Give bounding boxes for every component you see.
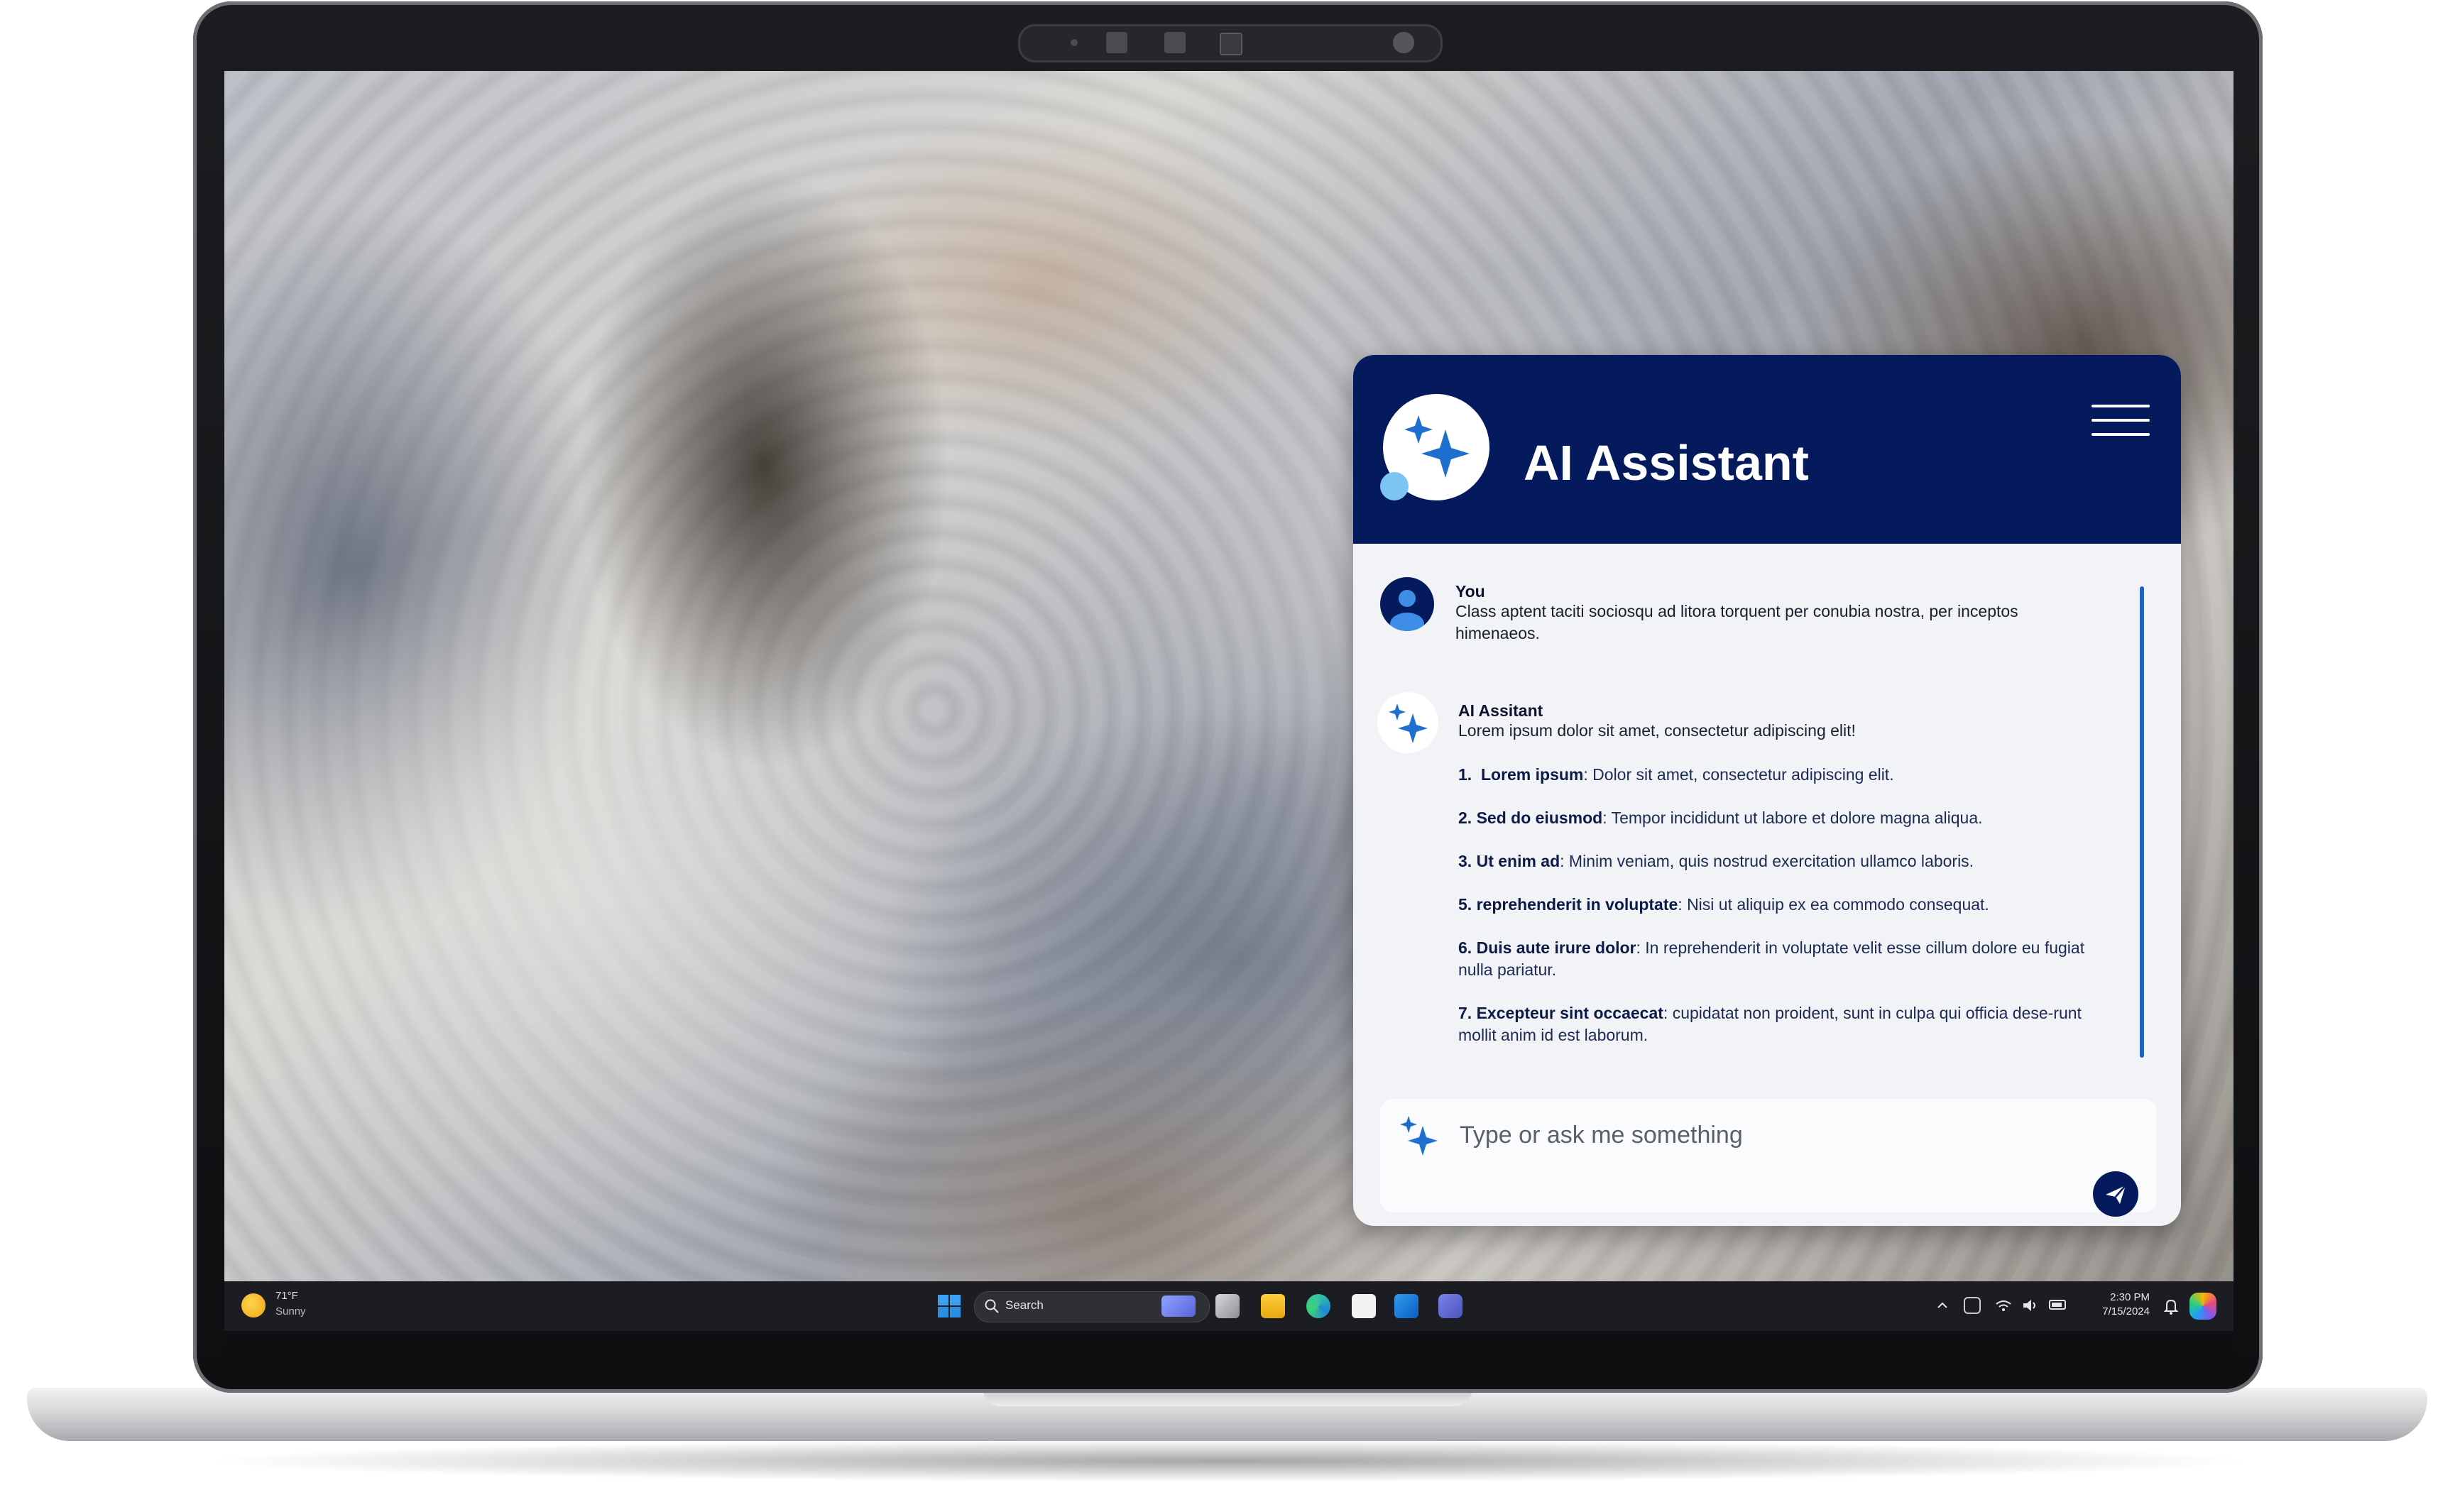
message-author: AI Assitant — [1458, 701, 1543, 720]
chat-scrollbar[interactable] — [2140, 586, 2144, 1058]
tray-app-icon[interactable] — [1964, 1297, 1981, 1314]
chat-input-box[interactable] — [1380, 1099, 2157, 1212]
bell-icon[interactable] — [2163, 1297, 2180, 1315]
user-avatar — [1380, 577, 1434, 631]
laptop-screen: AI Assistant You Class aptent taciti soc… — [224, 71, 2233, 1331]
store-icon[interactable] — [1352, 1294, 1376, 1318]
list-item-title: Lorem ipsum — [1480, 765, 1584, 784]
list-item-title: Excepteur sint occaecat — [1476, 1004, 1663, 1022]
camera-lens — [1220, 33, 1242, 55]
camera-sensor — [1106, 32, 1127, 53]
chat-input-placeholder[interactable]: Type or ask me something — [1460, 1122, 1743, 1149]
list-item-title: Sed do eiusmod — [1476, 809, 1603, 827]
user-icon — [1390, 590, 1424, 631]
battery-icon[interactable] — [2049, 1300, 2066, 1310]
weather-temp[interactable]: 71°F — [275, 1290, 298, 1302]
list-item: 6. Duis aute irure dolor: In reprehender… — [1458, 937, 2118, 981]
taskbar: 71°F Sunny Search 2:30 PM 7/15/2024 — [224, 1281, 2233, 1331]
list-item-number: 1. — [1458, 765, 1472, 784]
taskbar-date[interactable]: 7/15/2024 — [2086, 1305, 2150, 1317]
sun-icon[interactable] — [241, 1293, 266, 1317]
volume-icon[interactable] — [2021, 1295, 2040, 1315]
search-icon — [985, 1299, 999, 1313]
list-item: 7. Excepteur sint occaecat: cupidatat no… — [1458, 1002, 2118, 1046]
taskbar-time[interactable]: 2:30 PM — [2086, 1291, 2150, 1303]
list-item-text: : Nisi ut aliquip ex ea commodo consequa… — [1678, 895, 1989, 914]
chevron-up-icon[interactable] — [1935, 1298, 1950, 1313]
chat-header: AI Assistant — [1353, 355, 2181, 544]
sparkle-icon — [1400, 1116, 1438, 1156]
weather-desc[interactable]: Sunny — [275, 1305, 306, 1317]
message-text: Class aptent taciti sociosqu ad litora t… — [1455, 602, 2018, 642]
assistant-avatar — [1377, 692, 1438, 753]
taskbar-search-label[interactable]: Search — [1005, 1298, 1044, 1313]
ai-assistant-window: AI Assistant You Class aptent taciti soc… — [1353, 355, 2181, 1226]
list-item-number: 2. — [1458, 809, 1472, 827]
outlook-icon[interactable] — [1394, 1294, 1418, 1318]
list-item-title: Ut enim ad — [1476, 852, 1560, 870]
message-author: You — [1455, 582, 1485, 601]
edge-icon[interactable] — [1306, 1294, 1330, 1318]
message-text: Lorem ipsum dolor sit amet, consectetur … — [1458, 721, 1856, 740]
list-item: 1. Lorem ipsum: Dolor sit amet, consecte… — [1458, 764, 2118, 786]
list-item: 5. reprehenderit in voluptate: Nisi ut a… — [1458, 894, 2118, 916]
laptop-shadow — [199, 1440, 2258, 1482]
search-highlight-icon[interactable] — [1161, 1295, 1196, 1317]
list-item-number: 6. — [1458, 938, 1472, 957]
list-item-number: 5. — [1458, 895, 1472, 914]
send-button[interactable] — [2093, 1171, 2138, 1217]
chat-title: AI Assistant — [1524, 435, 1809, 491]
hamburger-menu-icon[interactable] — [2092, 405, 2150, 436]
windows-start-icon[interactable] — [937, 1294, 961, 1318]
teams-icon[interactable] — [1438, 1294, 1462, 1318]
list-item-number: 3. — [1458, 852, 1472, 870]
list-item: 3. Ut enim ad: Minim veniam, quis nostru… — [1458, 850, 2118, 872]
sparkle-icon — [1389, 703, 1428, 743]
copilot-icon[interactable] — [2189, 1293, 2216, 1320]
send-icon — [2106, 1185, 2126, 1204]
list-item-text: : Tempor incididunt ut labore et dolore … — [1602, 809, 1983, 827]
file-explorer-icon[interactable] — [1261, 1294, 1285, 1318]
wifi-icon[interactable] — [1994, 1295, 2013, 1315]
camera-sensor — [1071, 39, 1078, 46]
camera-sensor — [1393, 32, 1414, 53]
screen-bottom-bezel — [224, 1331, 2233, 1384]
assistant-logo-dot — [1380, 472, 1409, 500]
list-item-number: 7. — [1458, 1004, 1472, 1022]
list-item-text: : Dolor sit amet, consectetur adipiscing… — [1583, 765, 1894, 784]
camera-sensor — [1164, 32, 1186, 53]
list-item-text: : Minim veniam, quis nostrud exercitatio… — [1560, 852, 1974, 870]
list-item-title: reprehenderit in voluptate — [1476, 895, 1678, 914]
list-item-title: Duis aute irure dolor — [1476, 938, 1636, 957]
task-view-icon[interactable] — [1215, 1294, 1240, 1318]
list-item: 2. Sed do eiusmod: Tempor incididunt ut … — [1458, 807, 2118, 829]
